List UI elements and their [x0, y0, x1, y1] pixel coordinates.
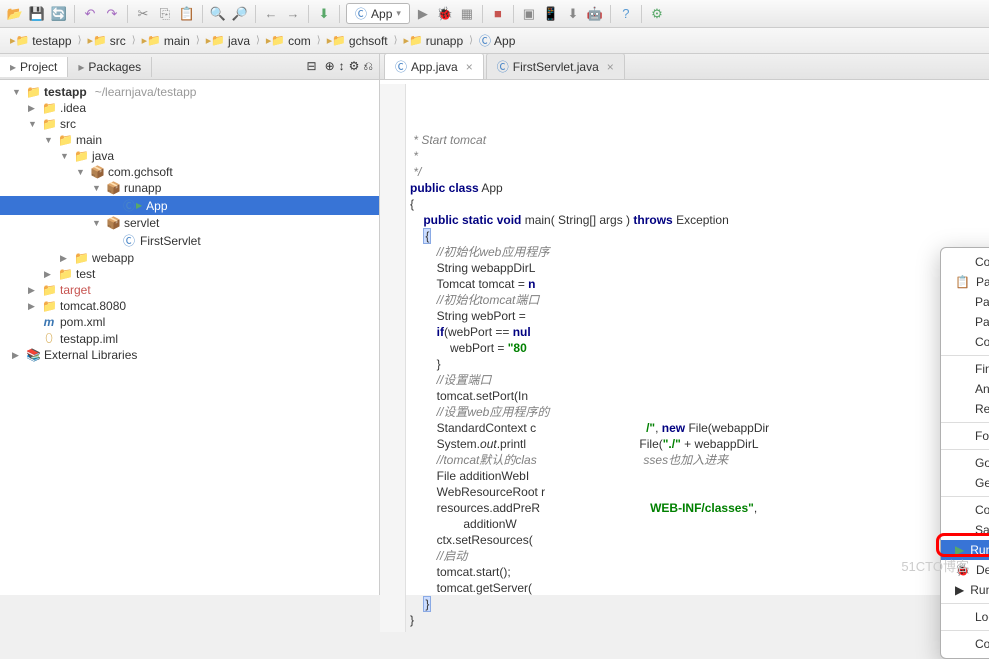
sidebar-tabs: ▸Project▸Packages ⊟ ⊕ ↕ ⚙ ⎌: [0, 54, 379, 80]
tree-node[interactable]: ▶📁target: [0, 282, 379, 298]
tree-node[interactable]: Ⓒ▶App: [0, 196, 379, 215]
jrebel-icon[interactable]: ⚙: [648, 5, 666, 23]
project-sidebar: ▸Project▸Packages ⊟ ⊕ ↕ ⚙ ⎌ ▼📁testapp~/l…: [0, 54, 380, 595]
menu-item[interactable]: Analyze▶: [941, 379, 989, 399]
cut-icon[interactable]: ✂: [134, 5, 152, 23]
editor-tab[interactable]: ⒸApp.java×: [384, 53, 484, 79]
menu-item[interactable]: Find Usages⌥F7: [941, 359, 989, 379]
settings-icon[interactable]: ⚙: [349, 59, 360, 74]
run-config-selector[interactable]: Ⓒ App ▾: [346, 3, 410, 24]
replace-icon[interactable]: 🔎: [231, 5, 249, 23]
sort-icon[interactable]: ↕: [339, 59, 345, 74]
sdk-icon[interactable]: ⬇: [564, 5, 582, 23]
coverage-icon[interactable]: ▦: [458, 5, 476, 23]
redo-icon[interactable]: ↷: [103, 5, 121, 23]
forward-icon[interactable]: →: [284, 5, 302, 23]
menu-item[interactable]: 📋Paste⌘V: [941, 272, 989, 292]
menu-item[interactable]: Save 'App.main()': [941, 520, 989, 540]
tree-node[interactable]: ▶📚External Libraries: [0, 347, 379, 363]
menu-item[interactable]: Local History▶: [941, 607, 989, 627]
save-icon[interactable]: 💾: [28, 5, 46, 23]
editor-tabs: ⒸApp.java×ⒸFirstServlet.java×: [380, 54, 989, 80]
avd-icon[interactable]: ▣: [520, 5, 538, 23]
tree-node[interactable]: ▼📦com.gchsoft: [0, 164, 379, 180]
menu-item[interactable]: Compare with Clipboard: [941, 634, 989, 654]
menu-item[interactable]: Refactor▶: [941, 399, 989, 419]
copy-icon[interactable]: ⎘: [156, 5, 174, 23]
collapse-icon[interactable]: ⊟: [307, 59, 317, 74]
menu-item[interactable]: Compile 'App.java'⇧⌘F9: [941, 500, 989, 520]
breadcrumb-item[interactable]: ▸📁gchsoft: [323, 33, 392, 49]
tree-node[interactable]: ▶📁tomcat.8080: [0, 298, 379, 314]
sidebar-tab-packages[interactable]: ▸Packages: [68, 57, 152, 77]
paste-icon[interactable]: 📋: [178, 5, 196, 23]
target-icon[interactable]: ⊕: [325, 59, 335, 74]
breadcrumb: ▸📁testapp⟩▸📁src⟩▸📁main⟩▸📁java⟩▸📁com⟩▸📁gc…: [0, 28, 989, 54]
watermark: 51CTO博客: [901, 556, 969, 575]
context-menu: Copy Reference⌥⇧⌘C📋Paste⌘VPaste from His…: [940, 247, 989, 659]
tree-node[interactable]: ▼📁java: [0, 148, 379, 164]
hide-icon[interactable]: ⎌: [363, 59, 373, 74]
tree-node[interactable]: ⒸFirstServlet: [0, 231, 379, 250]
menu-item[interactable]: Paste Simple⌥⇧⌘V: [941, 312, 989, 332]
menu-item[interactable]: Go To▶: [941, 453, 989, 473]
main-toolbar: 📂 💾 🔄 ↶ ↷ ✂ ⎘ 📋 🔍 🔎 ← → ⬇ Ⓒ App ▾ ▶ 🐞 ▦ …: [0, 0, 989, 28]
find-icon[interactable]: 🔍: [209, 5, 227, 23]
tree-node[interactable]: mpom.xml: [0, 314, 379, 330]
open-icon[interactable]: 📂: [6, 5, 24, 23]
project-tree[interactable]: ▼📁testapp~/learnjava/testapp▶📁.idea▼📁src…: [0, 80, 379, 595]
menu-item[interactable]: Paste from History...⇧⌘V: [941, 292, 989, 312]
help-icon[interactable]: ?: [617, 5, 635, 23]
back-icon[interactable]: ←: [262, 5, 280, 23]
device-icon[interactable]: 📱: [542, 5, 560, 23]
tree-node[interactable]: ⬯testapp.iml: [0, 330, 379, 347]
stop-icon[interactable]: ■: [489, 5, 507, 23]
tree-node[interactable]: ▼📁testapp~/learnjava/testapp: [0, 84, 379, 100]
breadcrumb-item[interactable]: ▸📁com: [262, 33, 315, 49]
breadcrumb-item[interactable]: ▸📁java: [202, 33, 254, 49]
breadcrumb-item[interactable]: ⒸApp: [475, 31, 519, 50]
code-editor[interactable]: * Start tomcat * */public class App{ pub…: [380, 80, 989, 632]
debug-icon[interactable]: 🐞: [436, 5, 454, 23]
breadcrumb-item[interactable]: ▸📁src: [84, 33, 130, 49]
tree-node[interactable]: ▶📁.idea: [0, 100, 379, 116]
sidebar-tab-project[interactable]: ▸Project: [0, 57, 68, 77]
editor-tab[interactable]: ⒸFirstServlet.java×: [486, 53, 625, 79]
run-icon[interactable]: ▶: [414, 5, 432, 23]
run-config-label: App: [371, 7, 392, 21]
tree-node[interactable]: ▼📁main: [0, 132, 379, 148]
android-icon[interactable]: 🤖: [586, 5, 604, 23]
tree-node[interactable]: ▶📁webapp: [0, 250, 379, 266]
breadcrumb-item[interactable]: ▸📁main: [138, 33, 194, 49]
menu-item[interactable]: Folding▶: [941, 426, 989, 446]
tree-node[interactable]: ▼📦runapp: [0, 180, 379, 196]
refresh-icon[interactable]: 🔄: [50, 5, 68, 23]
undo-icon[interactable]: ↶: [81, 5, 99, 23]
tree-node[interactable]: ▼📦servlet: [0, 215, 379, 231]
breadcrumb-item[interactable]: ▸📁testapp: [6, 33, 76, 49]
gutter: [380, 84, 406, 632]
tree-node[interactable]: ▶📁test: [0, 266, 379, 282]
menu-item[interactable]: ▶Run 'App.main()' with Coverage: [941, 580, 989, 600]
menu-item[interactable]: Generate...^N: [941, 473, 989, 493]
menu-item[interactable]: Copy Reference⌥⇧⌘C: [941, 252, 989, 272]
tree-node[interactable]: ▼📁src: [0, 116, 379, 132]
menu-item[interactable]: Column Selection Mode⇧⌘8 *: [941, 332, 989, 352]
breadcrumb-item[interactable]: ▸📁runapp: [400, 33, 468, 49]
editor-area: ⒸApp.java×ⒸFirstServlet.java× * Start to…: [380, 54, 989, 595]
build-icon[interactable]: ⬇: [315, 5, 333, 23]
